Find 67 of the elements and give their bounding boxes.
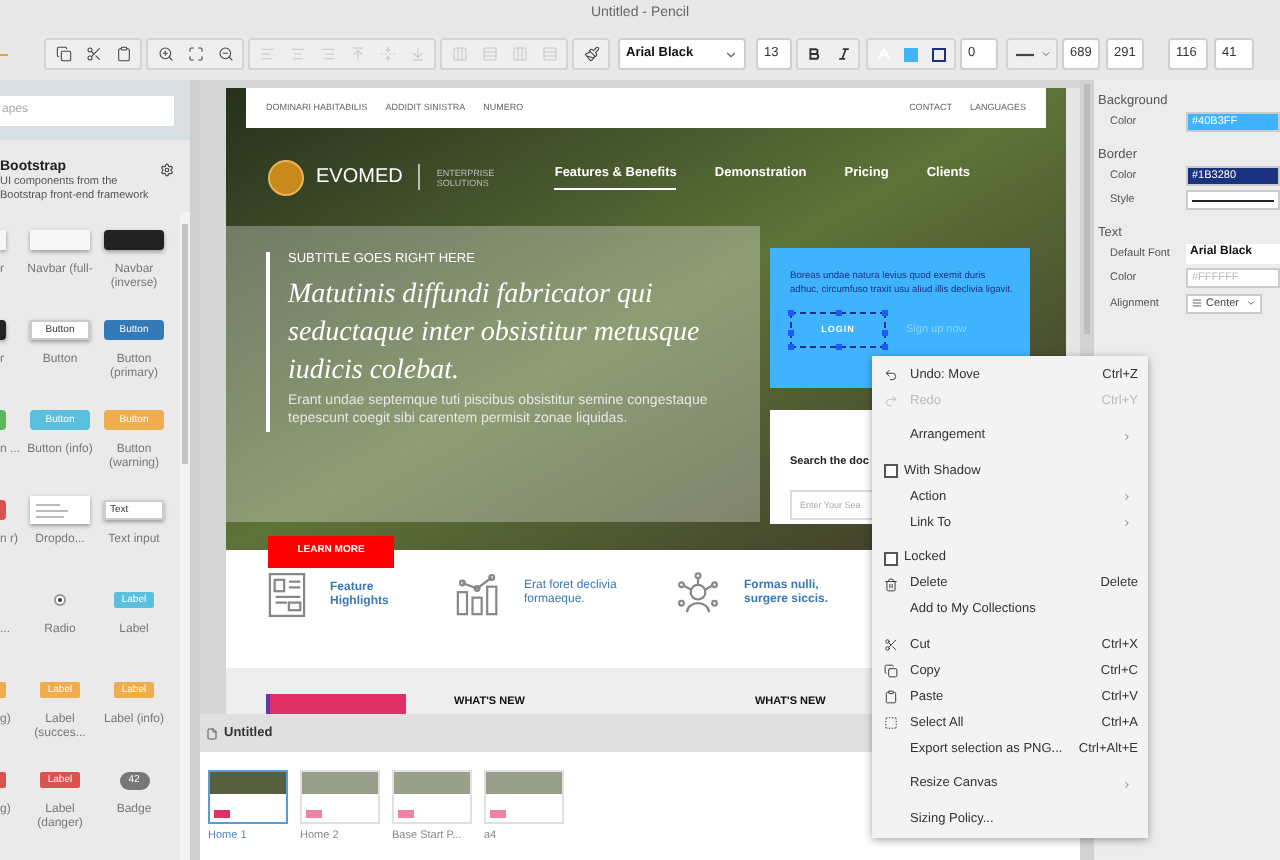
align-middle-icon xyxy=(379,46,395,62)
checkbox[interactable] xyxy=(884,551,898,565)
align-center-icon xyxy=(289,46,305,62)
radio-preview xyxy=(54,594,66,606)
chevron-down-icon xyxy=(724,47,738,61)
chevron-down-icon xyxy=(1039,48,1051,60)
document-icon xyxy=(206,727,218,739)
selection-handle[interactable] xyxy=(788,330,794,336)
chevron-down-icon xyxy=(1246,298,1256,309)
scrollbar[interactable] xyxy=(180,212,190,860)
align-right-icon xyxy=(319,46,335,62)
zoom-out-icon xyxy=(217,46,233,62)
navbar-preview xyxy=(104,230,164,250)
person-network-icon xyxy=(676,572,720,616)
border-swatch-icon xyxy=(932,47,946,61)
selection-handle[interactable] xyxy=(836,310,842,316)
button-preview xyxy=(0,410,6,430)
chevron-right-icon xyxy=(1122,492,1132,502)
chevron-right-icon xyxy=(1122,431,1132,441)
line-style-icon xyxy=(1013,51,1035,57)
selection-handle[interactable] xyxy=(882,330,888,336)
italic-icon xyxy=(837,48,849,60)
columns-icon xyxy=(511,46,527,62)
scissors-icon xyxy=(884,638,898,652)
align-center-icon xyxy=(1192,298,1202,309)
selection-handle[interactable] xyxy=(882,344,888,350)
columns-icon xyxy=(451,46,467,62)
brand-divider xyxy=(418,164,421,190)
selection-handle[interactable] xyxy=(836,344,842,350)
align-bottom-icon xyxy=(409,46,425,62)
hero-heading: Matutinis diffundi fabricator qui seductaque inter obsistitur metusque iudicis colebat. xyxy=(288,278,702,390)
profile-card-icon xyxy=(268,572,306,618)
selection-handle[interactable] xyxy=(788,344,794,350)
settings-icon[interactable] xyxy=(160,162,174,178)
fill-swatch-icon xyxy=(904,47,918,61)
paintbrush-icon xyxy=(583,46,599,62)
align-top-icon xyxy=(349,46,365,62)
rows-icon xyxy=(481,46,497,62)
undo-icon xyxy=(884,368,898,382)
fit-icon xyxy=(187,46,203,62)
bar-chart-icon xyxy=(456,572,500,616)
selection-handle[interactable] xyxy=(882,310,888,316)
button-preview xyxy=(0,500,6,520)
line-style-select[interactable] xyxy=(1006,38,1058,70)
align-left-icon xyxy=(259,46,275,62)
bold-icon xyxy=(807,48,819,60)
checkbox[interactable] xyxy=(884,464,898,478)
redo-icon xyxy=(884,394,898,408)
brand-name: EVOMED xyxy=(316,164,403,192)
navbar-preview xyxy=(30,230,90,250)
chevron-right-icon xyxy=(1122,779,1132,789)
chevron-right-icon xyxy=(1122,518,1132,528)
copy-icon xyxy=(884,664,898,678)
copy-icon xyxy=(55,46,71,62)
selection-handle[interactable] xyxy=(788,310,794,316)
clipboard-icon xyxy=(115,46,131,62)
label-preview xyxy=(0,682,6,698)
scissors-icon xyxy=(85,46,101,62)
rows-icon xyxy=(541,46,557,62)
clipboard-icon xyxy=(884,690,898,704)
panel-toggle-mark xyxy=(0,53,8,55)
navbar-preview xyxy=(0,320,6,340)
line-style-field[interactable] xyxy=(1186,190,1280,211)
trash-icon xyxy=(884,577,898,591)
label-preview xyxy=(0,772,6,788)
dropdown-preview xyxy=(30,496,90,524)
zoom-in-icon xyxy=(157,46,173,62)
